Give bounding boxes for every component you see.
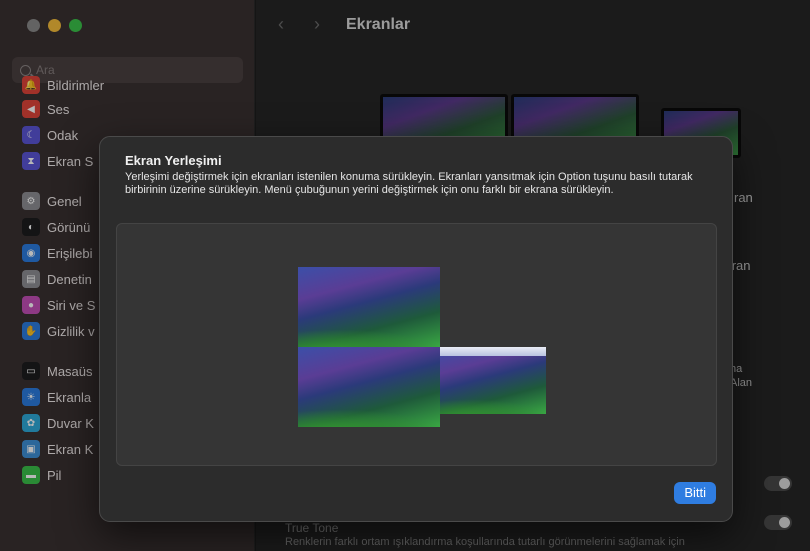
display-main[interactable] — [298, 347, 440, 427]
display-top[interactable] — [298, 267, 440, 347]
arrangement-canvas — [116, 223, 717, 466]
menu-bar-indicator[interactable] — [440, 347, 546, 356]
display-secondary[interactable] — [440, 347, 546, 414]
done-button[interactable]: Bitti — [674, 482, 716, 504]
sheet-title: Ekran Yerleşimi — [125, 153, 222, 168]
arrangement-sheet: Ekran Yerleşimi Yerleşimi değiştirmek iç… — [99, 136, 733, 522]
sheet-description: Yerleşimi değiştirmek için ekranları ist… — [125, 171, 693, 196]
